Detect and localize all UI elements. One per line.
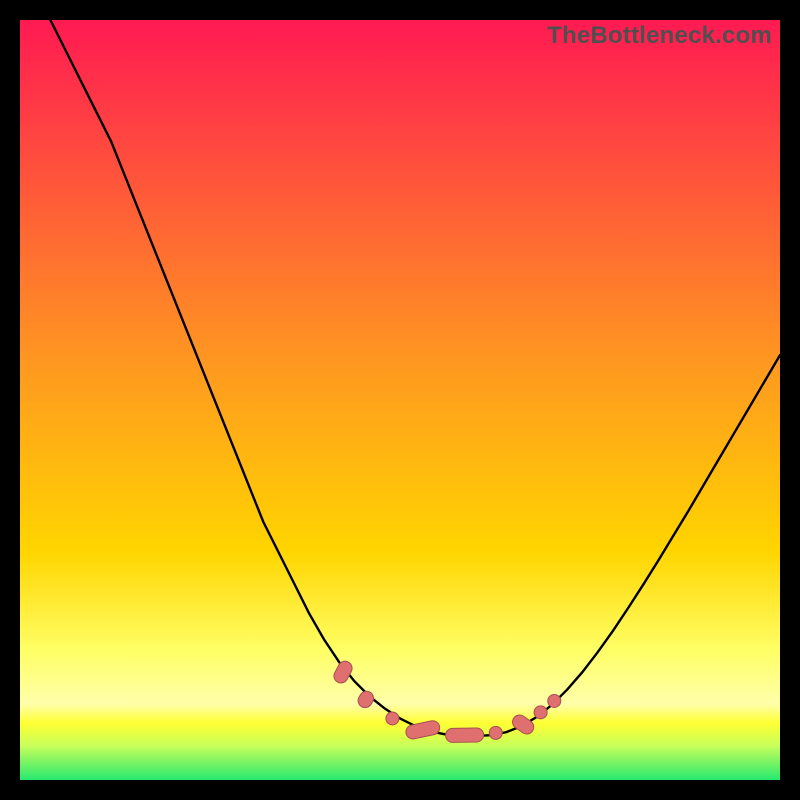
watermark-text: TheBottleneck.com <box>547 22 772 50</box>
gradient-backdrop <box>20 20 780 780</box>
curve-knot <box>489 726 502 739</box>
curve-knot <box>548 694 561 707</box>
bottleneck-chart <box>20 20 780 780</box>
curve-knot <box>386 712 399 725</box>
outer-frame: TheBottleneck.com <box>0 0 800 800</box>
curve-knot <box>534 706 547 719</box>
curve-knot <box>445 728 483 743</box>
